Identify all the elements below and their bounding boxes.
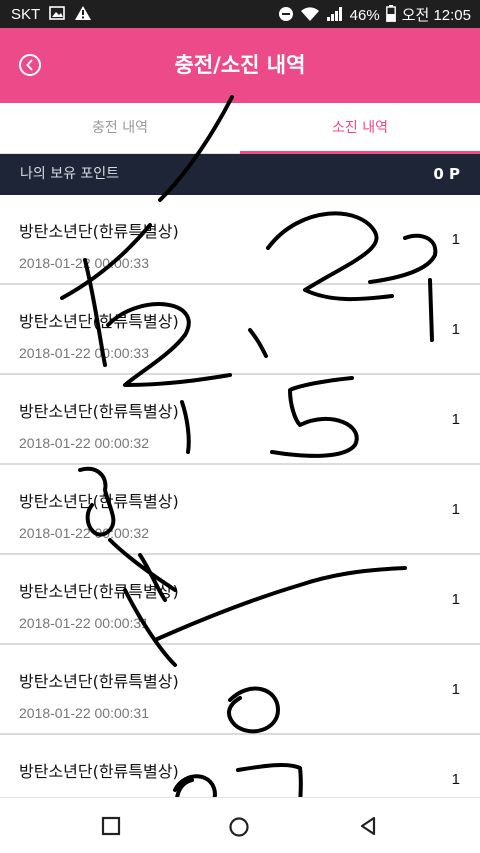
item-title: 방탄소년단(한류특별상) [19, 222, 179, 241]
triangle-back-icon [360, 816, 376, 836]
recent-apps-button[interactable] [101, 816, 121, 840]
item-date: 2018-01-22 00:00:31 [19, 705, 149, 721]
signal-icon [326, 6, 344, 26]
square-icon [101, 816, 121, 836]
app-header: 충전/소진 내역 [0, 28, 480, 103]
wifi-icon [300, 6, 320, 26]
item-date: 2018-01-22 00:00:31 [19, 615, 149, 631]
tab-charge-history[interactable]: 충전 내역 [0, 103, 240, 154]
item-points: 1 [451, 231, 460, 248]
list-item[interactable]: 방탄소년단(한류특별상) 2018-01-22 00:00:31 1 [0, 645, 480, 735]
back-button[interactable] [19, 54, 41, 76]
tab-usage-history[interactable]: 소진 내역 [240, 103, 480, 154]
points-summary: 나의 보유 포인트 0 P [0, 154, 480, 195]
warning-icon [74, 5, 92, 25]
item-points: 1 [451, 591, 460, 608]
item-title: 방탄소년단(한류특별상) [19, 492, 179, 511]
item-points: 1 [451, 321, 460, 338]
battery-icon [385, 5, 396, 26]
list-item[interactable]: 방탄소년단(한류특별상) 2018-01-22 00:00:31 1 [0, 555, 480, 645]
item-title: 방탄소년단(한류특별상) [19, 312, 179, 331]
item-points: 1 [451, 501, 460, 518]
item-date: 2018-01-22 00:00:32 [19, 525, 149, 541]
item-title: 방탄소년단(한류특별상) [19, 402, 179, 421]
list-item[interactable]: 방탄소년단(한류특별상) 2018-01-22 00:00:33 1 [0, 285, 480, 375]
points-label: 나의 보유 포인트 [20, 166, 120, 182]
item-date: 2018-01-22 00:00:33 [19, 345, 149, 361]
circle-icon [229, 817, 249, 837]
chevron-left-icon [26, 59, 33, 71]
item-title: 방탄소년단(한류특별상) [19, 582, 179, 601]
item-points: 1 [451, 681, 460, 698]
item-title: 방탄소년단(한류특별상) [19, 762, 179, 781]
do-not-disturb-icon [278, 6, 294, 26]
image-notification-icon [49, 6, 65, 24]
item-date: 2018-01-22 00:00:32 [19, 435, 149, 451]
carrier-label: SKT [11, 6, 41, 23]
clock: 오전 12:05 [401, 6, 471, 24]
points-value: 0 P [433, 165, 460, 183]
tab-bar: 충전 내역 소진 내역 [0, 103, 480, 155]
item-points: 1 [451, 771, 460, 788]
item-points: 1 [451, 411, 460, 428]
list-item[interactable]: 방탄소년단(한류특별상) 2018-01-22 00:00:32 1 [0, 465, 480, 555]
list-item[interactable]: 방탄소년단(한류특별상) 2018-01-22 00:00:33 1 [0, 195, 480, 285]
back-nav-button[interactable] [358, 816, 378, 840]
usage-list: 방탄소년단(한류특별상) 2018-01-22 00:00:33 1 방탄소년단… [0, 195, 480, 825]
status-bar: SKT 46% 오전 12:05 [0, 0, 480, 28]
page-title: 충전/소진 내역 [174, 53, 306, 77]
item-title: 방탄소년단(한류특별상) [19, 672, 179, 691]
battery-percent: 46% [349, 6, 380, 24]
system-nav-bar [0, 797, 480, 853]
home-button[interactable] [228, 816, 250, 842]
item-date: 2018-01-22 00:00:33 [19, 255, 149, 271]
list-item[interactable]: 방탄소년단(한류특별상) 2018-01-22 00:00:32 1 [0, 375, 480, 465]
